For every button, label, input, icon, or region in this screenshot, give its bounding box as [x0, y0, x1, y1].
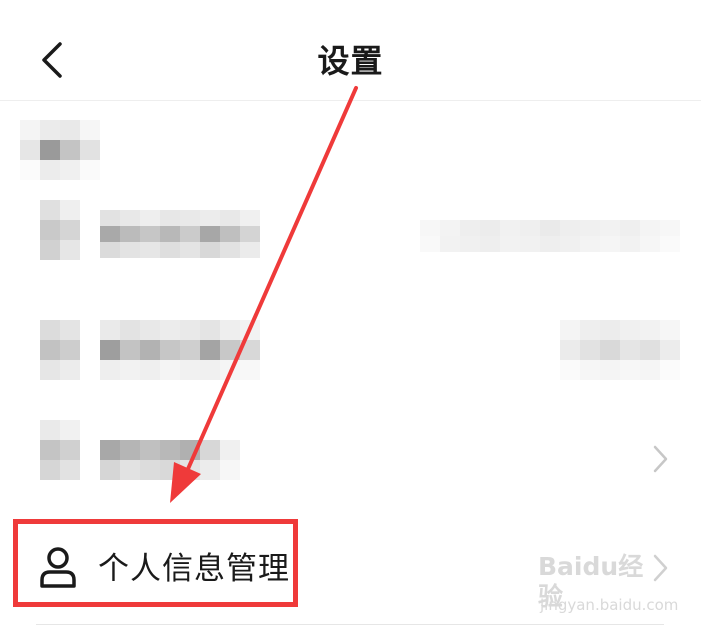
- row-1-icon-blurred: [40, 200, 80, 260]
- settings-row-2[interactable]: [0, 300, 701, 390]
- row-1-label-blurred: [100, 210, 260, 258]
- section-header-blurred: [20, 120, 100, 180]
- settings-row-3[interactable]: [0, 410, 701, 500]
- header-divider: [0, 100, 701, 101]
- row-3-label-blurred: [100, 440, 240, 480]
- chevron-right-icon: [653, 445, 668, 473]
- row-3-icon-blurred: [40, 420, 80, 480]
- settings-row-1[interactable]: [0, 190, 701, 280]
- row-2-value-blurred: [560, 320, 680, 380]
- annotation-highlight-box: [13, 519, 298, 607]
- baidu-watermark: Baidu经验 jingyan.baidu.com: [538, 552, 678, 624]
- row-1-value-blurred: [420, 220, 680, 252]
- watermark-sub: jingyan.baidu.com: [540, 596, 679, 614]
- row-2-label-blurred: [100, 320, 260, 380]
- row-2-icon-blurred: [40, 320, 80, 380]
- page-title: 设置: [317, 42, 384, 80]
- header-bar: 设置: [0, 0, 701, 100]
- row-divider: [36, 624, 664, 625]
